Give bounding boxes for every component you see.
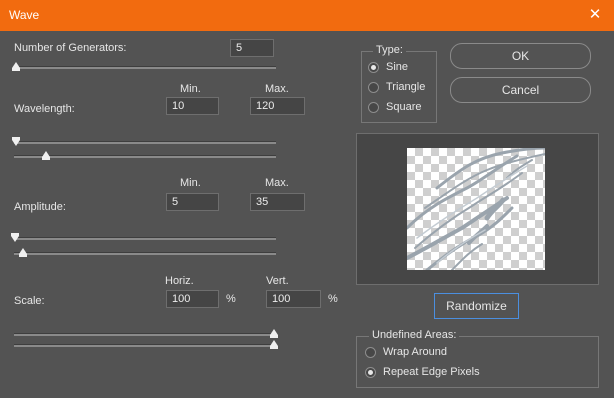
wavelength-max-slider-track[interactable] [14,155,276,158]
undefined-areas-group [356,336,599,388]
scale-horiz-header: Horiz. [165,275,194,287]
preview-image [407,148,545,270]
type-triangle-radio[interactable] [368,82,379,93]
wavelength-max-header: Max. [265,83,289,95]
type-legend: Type: [373,44,406,56]
scale-horiz-slider-track[interactable] [14,333,276,336]
generators-slider-thumb-base[interactable] [12,68,20,71]
type-sine-label[interactable]: Sine [386,61,408,73]
scale-horiz-input[interactable]: 100 [166,290,219,308]
wavelength-min-slider-thumb[interactable] [12,140,20,146]
generators-slider-track[interactable] [14,66,276,69]
amplitude-max-slider-thumb-base[interactable] [19,254,27,257]
wave-preview-graphic [407,148,545,270]
type-triangle-label[interactable]: Triangle [386,81,425,93]
amplitude-label: Amplitude: [14,201,66,213]
wavelength-min-slider-track[interactable] [14,141,276,144]
repeat-edge-pixels-label[interactable]: Repeat Edge Pixels [383,366,480,378]
close-icon[interactable]: ✕ [584,4,606,26]
wavelength-min-header: Min. [180,83,201,95]
amplitude-min-slider-thumb[interactable] [11,236,19,242]
amplitude-min-slider-track[interactable] [14,237,276,240]
type-square-radio[interactable] [368,102,379,113]
scale-vert-slider-thumb-base[interactable] [270,346,278,349]
scale-vert-input[interactable]: 100 [266,290,321,308]
ok-button[interactable]: OK [450,43,591,69]
wrap-around-radio[interactable] [365,347,376,358]
randomize-button[interactable]: Randomize [434,293,519,319]
scale-horiz-unit: % [226,293,236,305]
undefined-areas-legend: Undefined Areas: [369,329,460,341]
scale-label: Scale: [14,295,45,307]
cancel-button[interactable]: Cancel [450,77,591,103]
wavelength-max-slider-thumb-base[interactable] [42,157,50,160]
amplitude-min-input[interactable]: 5 [166,193,219,211]
scale-vert-header: Vert. [266,275,289,287]
scale-horiz-slider-thumb-base[interactable] [270,335,278,338]
type-square-label[interactable]: Square [386,101,421,113]
window-title: Wave [9,8,40,22]
amplitude-max-slider-track[interactable] [14,252,276,255]
wavelength-min-input[interactable]: 10 [166,97,219,115]
repeat-edge-pixels-radio[interactable] [365,367,376,378]
amplitude-max-header: Max. [265,177,289,189]
wrap-around-label[interactable]: Wrap Around [383,346,447,358]
amplitude-max-input[interactable]: 35 [250,193,305,211]
generators-label: Number of Generators: [14,42,127,54]
scale-vert-unit: % [328,293,338,305]
scale-vert-slider-track[interactable] [14,344,276,347]
wavelength-max-input[interactable]: 120 [250,97,305,115]
wavelength-label: Wavelength: [14,103,75,115]
generators-input[interactable]: 5 [230,39,274,57]
wave-dialog: Number of Generators: 5 Min. Max. Wavele… [0,31,614,398]
title-bar: Wave ✕ [0,0,614,31]
type-sine-radio[interactable] [368,62,379,73]
amplitude-min-header: Min. [180,177,201,189]
